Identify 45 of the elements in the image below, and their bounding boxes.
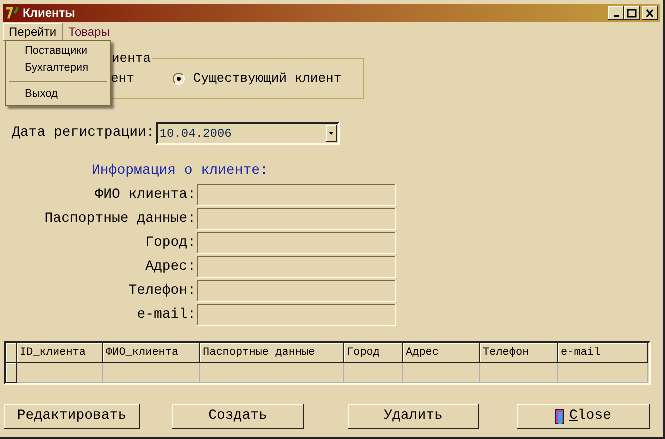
input-field[interactable] (197, 280, 396, 302)
window-title: Клиенты (23, 5, 76, 22)
door-icon (555, 408, 566, 424)
app-logo-icon (5, 5, 21, 21)
column-header[interactable]: Паспортные данные (200, 343, 344, 363)
section-heading: Информация о клиенте: (92, 162, 270, 181)
action-button[interactable]: Удалить (348, 404, 479, 429)
field-label: e-mail: (136, 306, 197, 324)
input-field[interactable] (197, 208, 396, 230)
close-button[interactable] (642, 6, 658, 20)
field-label: Паспортные данные: (44, 210, 197, 228)
maximize-button[interactable] (624, 6, 640, 20)
input-field[interactable] (197, 304, 396, 326)
minimize-button[interactable] (608, 6, 624, 20)
field-label: ФИО клиента: (94, 186, 197, 204)
radio-label[interactable]: Существующий клиент (193, 68, 342, 88)
close-dialog-button[interactable]: Close (517, 404, 650, 429)
input-field[interactable] (197, 256, 396, 278)
input-field[interactable] (197, 184, 396, 206)
date-dropdown[interactable]: 10.04.2006 (156, 122, 340, 145)
column-header[interactable]: Телефон (480, 343, 558, 363)
column-header[interactable]: e-mail (558, 343, 648, 363)
minimize-icon (614, 15, 618, 17)
field-label: Адрес: (144, 258, 197, 276)
caret-icon (328, 132, 334, 135)
field-label: Телефон: (128, 282, 197, 300)
radio-label[interactable]: ент (111, 68, 134, 88)
input-field[interactable] (197, 232, 396, 254)
column-header[interactable]: ФИО_клиента (103, 343, 200, 363)
row-header[interactable] (6, 363, 17, 383)
radio-button[interactable] (173, 72, 186, 84)
menu-entry[interactable]: Выход (6, 86, 110, 103)
column-header[interactable]: ID_клиента (17, 343, 103, 363)
menu-entry[interactable]: Поставщики (6, 43, 110, 60)
field-label: Дата регистрации: (12, 124, 155, 143)
column-header[interactable]: Адрес (403, 343, 480, 363)
column-header[interactable]: Город (344, 343, 403, 363)
menu-item[interactable]: Товары (62, 23, 116, 41)
menu-entry[interactable]: Бухгалтерия (6, 60, 110, 77)
action-button[interactable]: Редактировать (4, 404, 140, 429)
table-cell (344, 363, 403, 383)
action-button[interactable]: Создать (172, 404, 304, 429)
field-label: Город: (144, 234, 197, 252)
maximize-icon (627, 8, 637, 18)
close-icon (645, 8, 655, 18)
